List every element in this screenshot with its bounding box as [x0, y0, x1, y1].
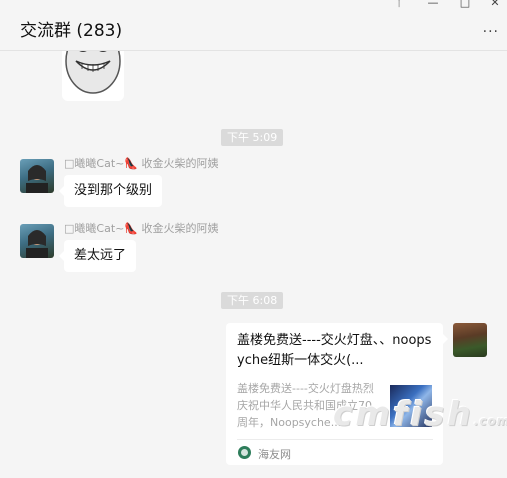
- sender-name: □曦曦Cat~👠 收金火柴的阿姨: [64, 222, 219, 235]
- pin-icon[interactable]: ᛉ: [392, 0, 406, 9]
- divider: [237, 439, 433, 440]
- sender-name: □曦曦Cat~👠 收金火柴的阿姨: [64, 157, 219, 170]
- watermark: cmfish.com: [333, 394, 507, 433]
- link-card-title[interactable]: 盖楼免费送----交火灯盘、、noopsyche纽斯一体交火(...: [237, 331, 437, 371]
- message-bubble[interactable]: 没到那个级别: [58, 175, 163, 207]
- face-sticker-icon[interactable]: [62, 51, 124, 101]
- timestamp: 下午 6:08: [221, 292, 284, 309]
- message-bubble[interactable]: 差太远了: [58, 240, 137, 272]
- minimize-button[interactable]: —: [426, 0, 440, 9]
- sender-avatar[interactable]: [20, 224, 54, 258]
- maximize-button[interactable]: □: [458, 0, 472, 9]
- sender-avatar[interactable]: [20, 159, 54, 193]
- self-avatar[interactable]: [453, 323, 487, 357]
- more-options-icon[interactable]: ···: [483, 24, 499, 40]
- timestamp: 下午 5:09: [221, 129, 284, 146]
- chat-header: 交流群 (283) ᛉ — □ ✕ ···: [0, 0, 507, 51]
- source-app-icon: [238, 446, 251, 459]
- close-button[interactable]: ✕: [488, 0, 502, 9]
- chat-title: 交流群 (283): [20, 21, 123, 41]
- link-card-source: 海友网: [258, 448, 291, 461]
